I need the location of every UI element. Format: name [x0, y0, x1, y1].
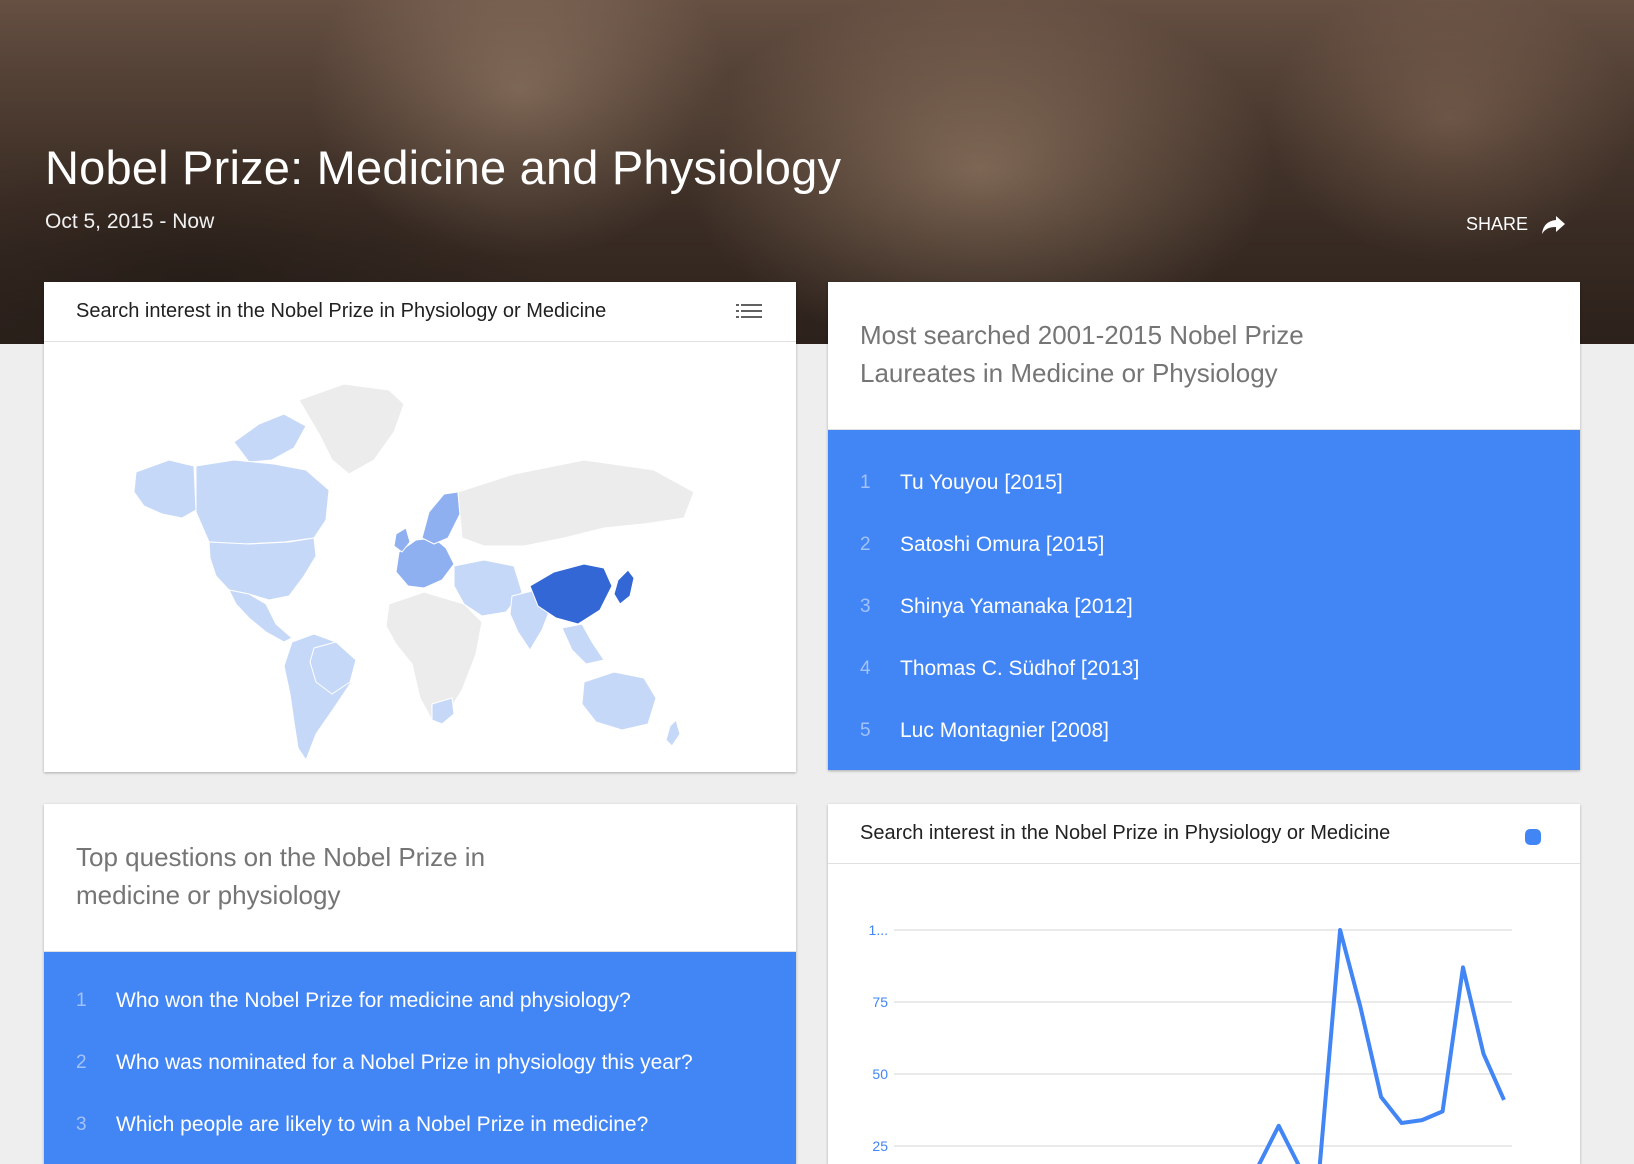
map-region-new-zealand[interactable]: [665, 719, 681, 747]
list-item[interactable]: 1 Tu Youyou [2015]: [828, 452, 1580, 514]
laureate-name: Satoshi Omura [2015]: [900, 533, 1105, 556]
share-button[interactable]: SHARE: [1466, 214, 1566, 235]
share-icon: [1542, 215, 1566, 234]
questions-title-line2: medicine or physiology: [76, 880, 341, 910]
list-item[interactable]: 4 Thomas C. Südhof [2013]: [828, 638, 1580, 700]
laureates-list: 1 Tu Youyou [2015] 2 Satoshi Omura [2015] …: [828, 430, 1580, 770]
questions-card: Top questions on the Nobel Prize in medi…: [44, 804, 796, 1164]
chart-series: [910, 928, 1506, 1164]
chart-card-header: Search interest in the Nobel Prize in Ph…: [828, 804, 1580, 864]
map-region-greenland[interactable]: [298, 383, 405, 475]
map-region-alaska[interactable]: [133, 459, 197, 519]
chart-card: Search interest in the Nobel Prize in Ph…: [828, 804, 1580, 1164]
chart-grid: [894, 929, 1512, 1147]
rank-number: 2: [860, 534, 871, 555]
page-title: Nobel Prize: Medicine and Physiology: [45, 141, 842, 194]
laureates-card-title: Most searched 2001-2015 Nobel Prize Laur…: [828, 282, 1580, 430]
date-range: Oct 5, 2015 - Now: [45, 210, 215, 233]
rank-number: 5: [860, 720, 871, 741]
laureate-name: Tu Youyou [2015]: [900, 471, 1063, 494]
map-region-se-asia[interactable]: [561, 623, 605, 665]
list-icon[interactable]: [736, 302, 762, 320]
y-tick-label: 50: [872, 1066, 888, 1082]
rank-number: 1: [860, 472, 871, 493]
rank-number: 3: [76, 1114, 87, 1135]
map-region-japan[interactable]: [613, 569, 635, 605]
questions-card-title: Top questions on the Nobel Prize in medi…: [44, 804, 796, 952]
question-text: Who was nominated for a Nobel Prize in p…: [116, 1051, 693, 1074]
question-text: Who won the Nobel Prize for medicine and…: [116, 989, 631, 1012]
map-card: Search interest in the Nobel Prize in Ph…: [44, 282, 796, 772]
map-region-scandinavia[interactable]: [421, 491, 461, 545]
list-item[interactable]: 2 Satoshi Omura [2015]: [828, 514, 1580, 576]
world-map: [133, 383, 695, 761]
laureate-name: Thomas C. Südhof [2013]: [900, 657, 1140, 680]
map-region-africa[interactable]: [385, 591, 483, 721]
map-region-usa[interactable]: [208, 537, 317, 601]
map-region-arctic-islands[interactable]: [233, 413, 307, 463]
list-item[interactable]: 3 Which people are likely to win a Nobel …: [44, 1094, 796, 1156]
rank-number: 2: [76, 1052, 87, 1073]
questions-list: 1 Who won the Nobel Prize for medicine an…: [44, 952, 796, 1164]
map-region-australia[interactable]: [581, 671, 657, 731]
rank-number: 1: [76, 990, 87, 1011]
y-tick-label: 1...: [869, 922, 888, 938]
map-region-canada[interactable]: [195, 459, 330, 545]
map-region-russia[interactable]: [457, 459, 695, 547]
map-card-header: Search interest in the Nobel Prize in Ph…: [44, 282, 796, 342]
laureates-card: Most searched 2001-2015 Nobel Prize Laur…: [828, 282, 1580, 770]
question-text: Which people are likely to win a Nobel P…: [116, 1113, 649, 1136]
map-card-title: Search interest in the Nobel Prize in Ph…: [76, 300, 607, 322]
series-dot-icon[interactable]: [1524, 828, 1542, 846]
share-label: SHARE: [1466, 214, 1529, 234]
laureate-name: Luc Montagnier [2008]: [900, 719, 1109, 742]
list-item[interactable]: 5 Luc Montagnier [2008]: [828, 700, 1580, 762]
questions-title-line1: Top questions on the Nobel Prize in: [76, 842, 486, 872]
rank-number: 3: [860, 596, 871, 617]
list-item[interactable]: 1 Who won the Nobel Prize for medicine an…: [44, 970, 796, 1032]
list-item[interactable]: 2 Who was nominated for a Nobel Prize in …: [44, 1032, 796, 1094]
list-item[interactable]: 3 Shinya Yamanaka [2012]: [828, 576, 1580, 638]
rank-number: 4: [860, 658, 871, 679]
chart-card-title: Search interest in the Nobel Prize in Ph…: [860, 822, 1391, 844]
laureates-title-line1: Most searched 2001-2015 Nobel Prize: [860, 320, 1304, 350]
trend-line-chart: 1... 75 50 25: [869, 922, 1512, 1164]
chart-y-ticks: 1... 75 50 25: [869, 922, 889, 1154]
laureates-title-line2: Laureates in Medicine or Physiology: [860, 358, 1278, 388]
y-tick-label: 75: [872, 994, 888, 1010]
y-tick-label: 25: [872, 1138, 888, 1154]
series-line[interactable]: [910, 928, 1506, 1164]
laureate-name: Shinya Yamanaka [2012]: [900, 595, 1133, 618]
